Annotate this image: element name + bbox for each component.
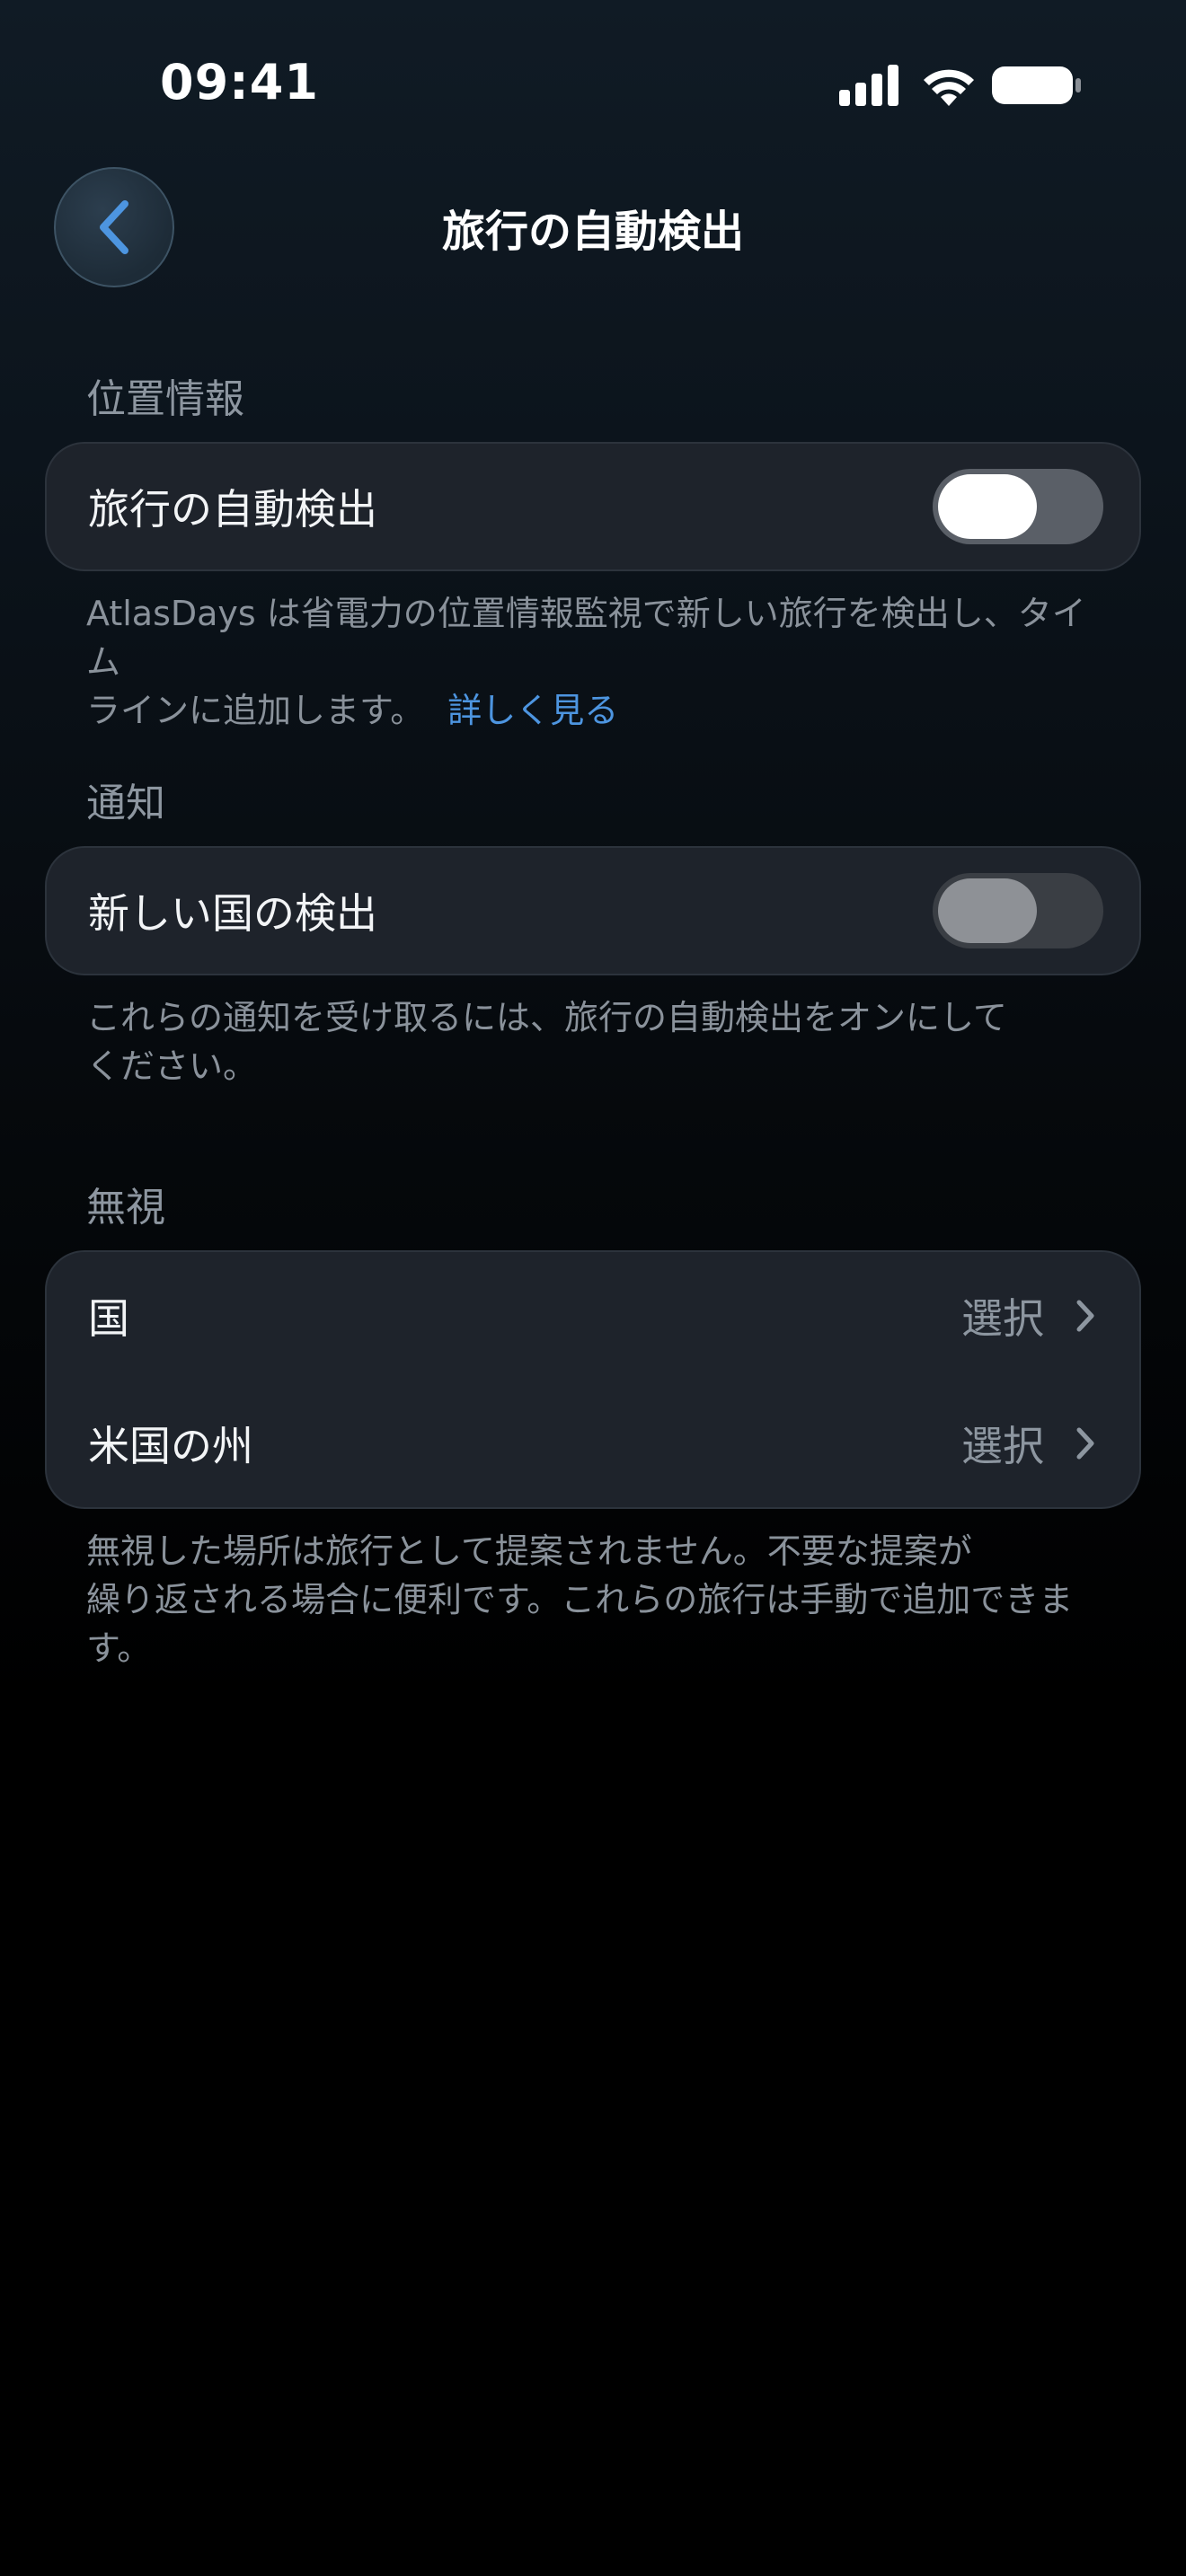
new-country-row: 新しい国の検出	[47, 848, 1139, 974]
section-header-notifications: 通知	[86, 781, 165, 826]
notifications-card: 新しい国の検出	[45, 846, 1141, 975]
ignore-us-states-row[interactable]: 米国の州 選択	[47, 1380, 1139, 1507]
status-bar: 09:41	[0, 0, 1186, 171]
chevron-right-icon	[1076, 1300, 1094, 1332]
location-footnote-text: ラインに追加します。	[86, 691, 425, 730]
status-icons	[839, 65, 1082, 106]
ignore-countries-value: 選択	[961, 1294, 1044, 1343]
new-country-toggle[interactable]	[933, 873, 1103, 948]
notifications-footnote-line2: ください。	[86, 1046, 258, 1086]
ignore-footnote-line1: 無視した場所は旅行として提案されません。不要な提案が	[86, 1531, 972, 1571]
ignore-us-states-label: 米国の州	[88, 1422, 253, 1470]
page-title: 旅行の自動検出	[441, 207, 744, 257]
battery-icon	[992, 66, 1081, 104]
ignore-countries-label: 国	[88, 1294, 129, 1343]
ignore-footnote: 無視した場所は旅行として提案されません。不要な提案が 繰り返される場合に便利です…	[86, 1527, 1120, 1672]
notifications-footnote: これらの通知を受け取るには、旅行の自動検出をオンにして ください。	[86, 993, 1120, 1090]
toggle-knob	[938, 878, 1037, 943]
status-time: 09:41	[160, 54, 319, 110]
section-header-ignore: 無視	[86, 1185, 165, 1231]
settings-screen: 09:41 旅行の自動検出 位置情報 旅行の自動検出 AtlasDays は省電…	[0, 0, 1186, 2576]
learn-more-link[interactable]: 詳しく見る	[447, 691, 618, 730]
auto-detect-label: 旅行の自動検出	[88, 485, 377, 534]
section-header-location: 位置情報	[86, 376, 244, 422]
ignore-countries-row[interactable]: 国 選択	[47, 1252, 1139, 1380]
ignore-us-states-value: 選択	[961, 1422, 1044, 1470]
ignore-card: 国 選択 米国の州 選択	[45, 1250, 1141, 1509]
ignore-footnote-line2: 繰り返される場合に便利です。これらの旅行は手動で追加できます。	[86, 1580, 1074, 1668]
wifi-icon	[924, 69, 974, 106]
location-footnote-line2: ラインに追加します。 詳しく見る	[86, 686, 1120, 735]
toggle-knob	[938, 474, 1037, 539]
auto-detect-row: 旅行の自動検出	[47, 444, 1139, 569]
new-country-label: 新しい国の検出	[88, 889, 377, 938]
auto-detect-toggle[interactable]	[933, 469, 1103, 544]
cellular-signal-icon	[839, 65, 898, 106]
location-card: 旅行の自動検出	[45, 442, 1141, 571]
chevron-right-icon	[1076, 1427, 1094, 1460]
location-footnote: AtlasDays は省電力の位置情報監視で新しい旅行を検出し、タイム ラインに…	[86, 589, 1120, 735]
location-footnote-line1: AtlasDays は省電力の位置情報監視で新しい旅行を検出し、タイム	[86, 594, 1086, 682]
notifications-footnote-line1: これらの通知を受け取るには、旅行の自動検出をオンにして	[86, 998, 1007, 1037]
